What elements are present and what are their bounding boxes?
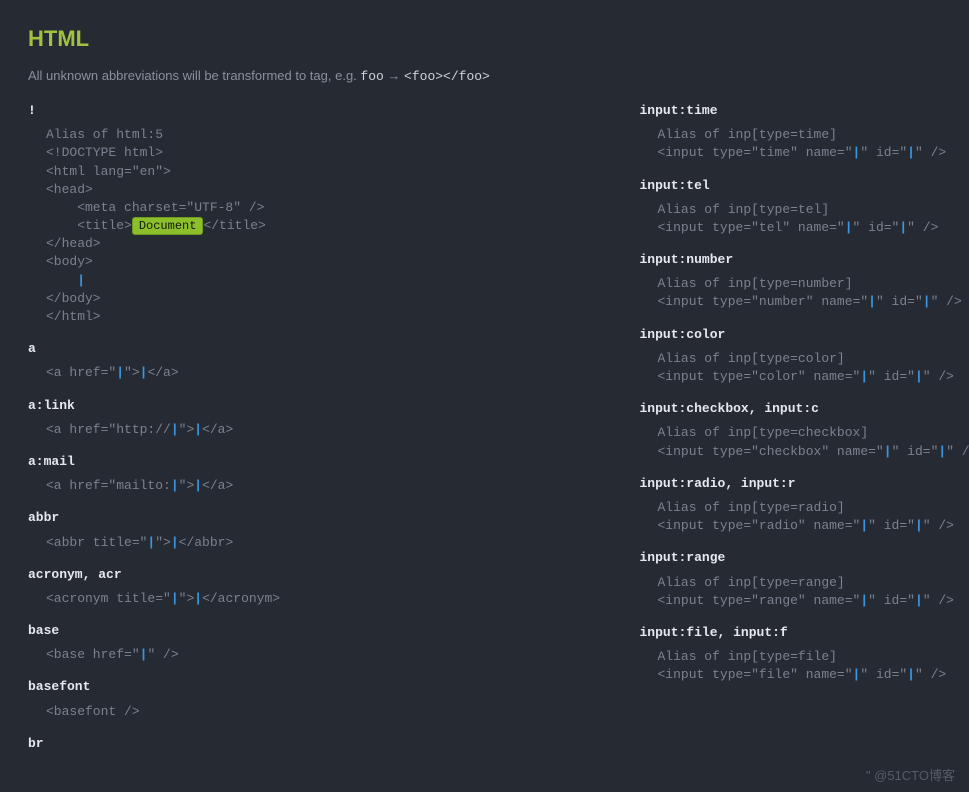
abbr-label: acronym, acr <box>28 566 485 584</box>
code-line: <html lang="en"> <box>46 163 485 181</box>
expansion: <input type="tel" name="|" id="|" /> <box>658 219 942 237</box>
expansion: <a href="http://|">|</a> <box>46 421 485 439</box>
code-line: </body> <box>46 290 485 308</box>
cheat-item: ! Alias of html:5<!DOCTYPE html><html lan… <box>28 102 485 326</box>
intro-text: All unknown abbreviations will be transf… <box>28 67 941 86</box>
abbr-label: base <box>28 622 485 640</box>
cheat-item: acronym, acr <acronym title="|">|</acrony… <box>28 566 485 608</box>
cheat-item: input:file, input:f Alias of inp[type=fil… <box>640 624 942 685</box>
expansion: <input type="checkbox" name="|" id="|" /… <box>658 443 942 461</box>
expansion: <input type="range" name="|" id="|" /> <box>658 592 942 610</box>
abbr-label: input:color <box>640 326 942 344</box>
code-line: <head> <box>46 181 485 199</box>
alias-text: Alias of inp[type=tel] <box>658 201 942 219</box>
code-line: <body> <box>46 253 485 271</box>
alias-text: Alias of html:5 <box>46 126 485 144</box>
right-column: input:timeAlias of inp[type=time]<input … <box>485 102 942 767</box>
alias-text: Alias of inp[type=range] <box>658 574 942 592</box>
page-title: HTML <box>28 24 941 55</box>
abbr-label: input:radio, input:r <box>640 475 942 493</box>
expansion: <base href="|" /> <box>46 646 485 664</box>
cheat-item: input:number Alias of inp[type=number]<in… <box>640 251 942 312</box>
left-column: ! Alias of html:5<!DOCTYPE html><html lan… <box>28 102 485 767</box>
watermark: " @51CTO博客 <box>866 767 955 785</box>
expansion: <input type="file" name="|" id="|" /> <box>658 666 942 684</box>
cheat-item: basefont <basefont /> <box>28 678 485 720</box>
intro-foo: foo <box>360 69 383 84</box>
intro-foox: <foo></foo> <box>404 69 490 84</box>
cheat-item: input:tel Alias of inp[type=tel]<input ty… <box>640 177 942 238</box>
abbr-label: ! <box>28 102 485 120</box>
code-line: <title>Document</title> <box>46 217 485 235</box>
abbr-label: a <box>28 340 485 358</box>
cheat-item: a:mail <a href="mailto:|">|</a> <box>28 453 485 495</box>
abbr-label: basefont <box>28 678 485 696</box>
expansion: <acronym title="|">|</acronym> <box>46 590 485 608</box>
cheat-item: base <base href="|" /> <box>28 622 485 664</box>
code-line: </html> <box>46 308 485 326</box>
alias-text: Alias of inp[type=radio] <box>658 499 942 517</box>
cheat-item: a:link <a href="http://|">|</a> <box>28 397 485 439</box>
abbr-label: input:tel <box>640 177 942 195</box>
cheat-item: input:color Alias of inp[type=color]<inpu… <box>640 326 942 387</box>
alias-text: Alias of inp[type=checkbox] <box>658 424 942 442</box>
abbr-label: input:file, input:f <box>640 624 942 642</box>
cheat-item: input:radio, input:r Alias of inp[type=ra… <box>640 475 942 536</box>
abbr-label: a:link <box>28 397 485 415</box>
abbr-label: abbr <box>28 509 485 527</box>
intro-arrow: → <box>384 68 404 83</box>
code-line: <!DOCTYPE html> <box>46 144 485 162</box>
expansion: <input type="radio" name="|" id="|" /> <box>658 517 942 535</box>
expansion: <input type="number" name="|" id="|" /> <box>658 293 942 311</box>
cheat-item: abbr <abbr title="|">|</abbr> <box>28 509 485 551</box>
abbr-label: a:mail <box>28 453 485 471</box>
abbr-label: input:number <box>640 251 942 269</box>
code-line: | <box>46 272 485 290</box>
expansion: <input type="color" name="|" id="|" /> <box>658 368 942 386</box>
expansion: <a href="|">|</a> <box>46 364 485 382</box>
expansion: <abbr title="|">|</abbr> <box>46 534 485 552</box>
cheat-item: input:checkbox, input:c Alias of inp[type… <box>640 400 942 461</box>
cheat-item: a <a href="|">|</a> <box>28 340 485 382</box>
cheat-item: input:range Alias of inp[type=range]<inpu… <box>640 549 942 610</box>
placeholder-pill: Document <box>132 217 204 235</box>
alias-text: Alias of inp[type=color] <box>658 350 942 368</box>
columns: ! Alias of html:5<!DOCTYPE html><html lan… <box>28 102 941 767</box>
cheat-item: input:time Alias of inp[type=time]<input … <box>640 102 942 163</box>
abbr-label: br <box>28 735 485 753</box>
alias-text: Alias of inp[type=number] <box>658 275 942 293</box>
expansion: <input type="time" name="|" id="|" /> <box>658 144 942 162</box>
code-line: </head> <box>46 235 485 253</box>
alias-text: Alias of inp[type=file] <box>658 648 942 666</box>
alias-text: Alias of inp[type=time] <box>658 126 942 144</box>
abbr-label: input:time <box>640 102 942 120</box>
intro-prefix: All unknown abbreviations will be transf… <box>28 68 360 83</box>
expansion: <basefont /> <box>46 703 485 721</box>
abbr-label: input:checkbox, input:c <box>640 400 942 418</box>
code-line: <meta charset="UTF-8" /> <box>46 199 485 217</box>
abbr-label: input:range <box>640 549 942 567</box>
cheat-item: br <box>28 735 485 753</box>
expansion: <a href="mailto:|">|</a> <box>46 477 485 495</box>
